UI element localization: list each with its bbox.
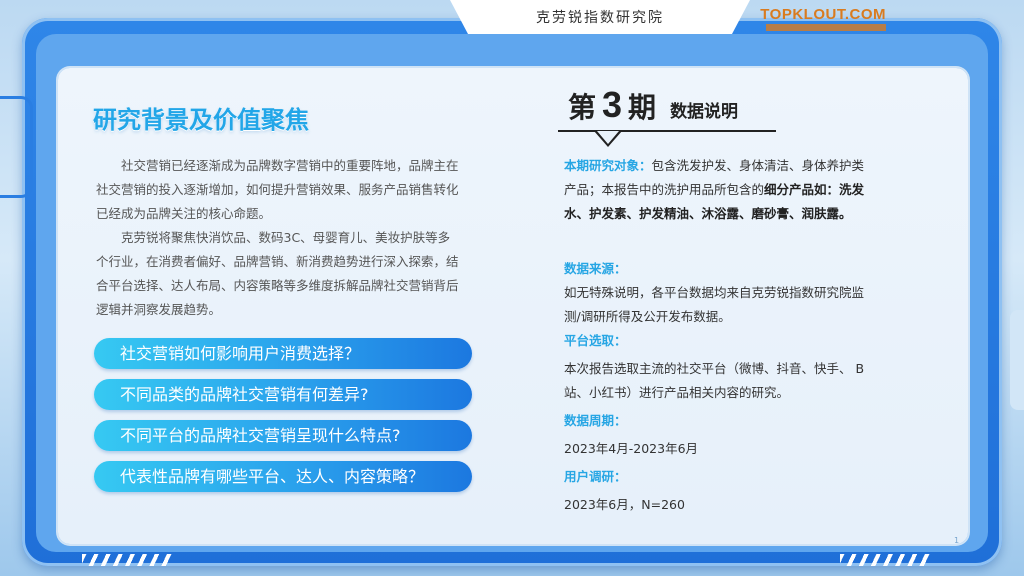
decor-stripes-right [840,554,930,566]
research-object-label: 本期研究对象： [564,158,652,173]
data-period-text: 2023年4月-2023年6月 [564,441,699,456]
data-source-label: 数据来源： [564,261,627,276]
question-list: 社交营销如何影响用户消费选择？ 不同品类的品牌社交营销有何差异? 不同平台的品牌… [94,338,472,502]
platform-label: 平台选取： [564,333,627,348]
left-frame-handle [0,96,33,198]
section-heading: 研究背景及价值聚焦 [93,106,309,134]
issue-suffix: 期 [628,91,657,124]
brand-logo: TOPKLOUT.COM [760,6,886,23]
question-item-2: 不同品类的品牌社交营销有何差异? [94,379,472,410]
intro-paragraph-1: 社交营销已经逐渐成为品牌数字营销中的重要阵地，品牌主在社交营销的投入逐渐增加，如… [96,158,459,221]
decor-stripes-left [82,554,172,566]
issue-underline [558,130,776,132]
issue-prefix: 第 [568,91,597,124]
data-source-text: 如无特殊说明，各平台数据均来自克劳锐指数研究院监测/调研所得及公开发布数据。 [564,285,865,324]
brand-logo-bar [766,24,886,31]
data-notes: 本期研究对象：包含洗发护发、身体清洁、身体养护类产品；本报告中的洗护用品所包含的… [564,154,876,517]
issue-description: 数据说明 [670,102,739,122]
issue-number: 3 [602,84,623,125]
page-number: 1 [954,536,960,545]
question-item-1: 社交营销如何影响用户消费选择？ [94,338,472,369]
issue-title: 第 3 期数据说明 [568,84,738,128]
platform-text: 本次报告选取主流的社交平台（微博、抖音、快手、 B站、小红书）进行产品相关内容的… [564,361,865,400]
question-item-4: 代表性品牌有哪些平台、达人、内容策略？ [94,461,472,492]
data-period-label: 数据周期： [564,413,627,428]
question-item-3: 不同平台的品牌社交营销呈现什么特点? [94,420,472,451]
user-survey-text: 2023年6月，N=260 [564,497,685,512]
intro-paragraph-2: 克劳锐将聚焦快消饮品、数码3C、母婴育儿、美妆护肤等多个行业，在消费者偏好、品牌… [96,230,459,317]
header-title: 克劳锐指数研究院 [536,10,664,26]
issue-pointer-fill [597,131,619,144]
user-survey-label: 用户调研： [564,469,627,484]
intro-text: 社交营销已经逐渐成为品牌数字营销中的重要阵地，品牌主在社交营销的投入逐渐增加，如… [96,154,462,322]
research-object-block: 本期研究对象：包含洗发护发、身体清洁、身体养护类产品；本报告中的洗护用品所包含的… [564,154,876,226]
right-frame-handle [1010,310,1024,410]
